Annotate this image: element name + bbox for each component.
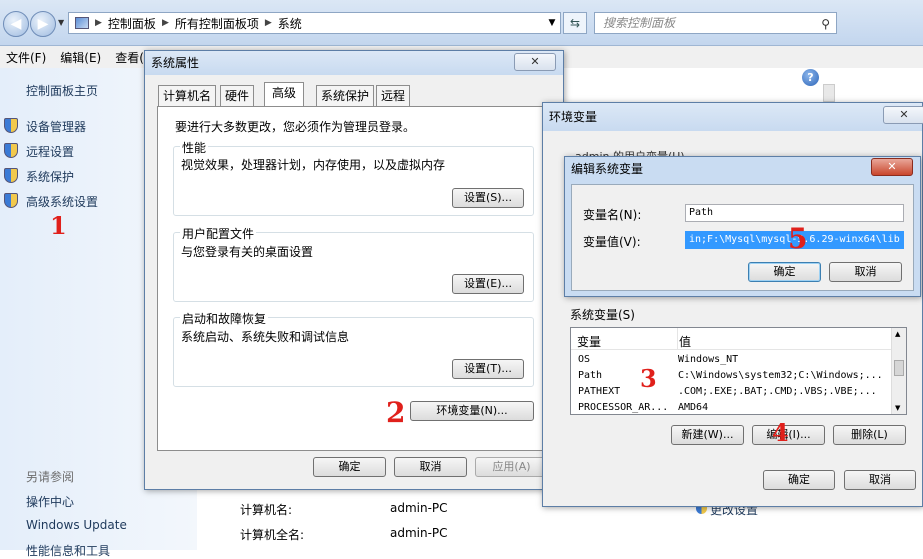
delete-variable-button[interactable]: 删除(L) [833, 425, 906, 445]
group-title: 用户配置文件 [180, 225, 257, 242]
computer-name-label: 计算机名: [240, 503, 293, 517]
computer-fullname-label: 计算机全名: [240, 528, 305, 542]
tab-computer-name[interactable]: 计算机名 [158, 85, 217, 106]
annotation-step-2: 2 [386, 396, 406, 429]
startup-recovery-description: 系统启动、系统失败和调试信息 [181, 330, 350, 344]
annotation-step-5: 5 [788, 222, 808, 255]
dialog-title: 编辑系统变量 [571, 162, 644, 176]
shield-icon [4, 168, 18, 183]
admin-note: 要进行大多数更改，您必须作为管理员登录。 [175, 120, 416, 134]
group-title: 性能 [180, 139, 209, 156]
search-input[interactable]: 搜索控制面板 ⚲ [594, 12, 837, 34]
column-header-variable[interactable]: 变量 [577, 333, 601, 350]
ok-button[interactable]: 确定 [313, 457, 386, 477]
new-variable-button[interactable]: 新建(W)... [671, 425, 744, 445]
variable-value-cell: Windows_NT [678, 354, 739, 365]
menu-view[interactable]: 查看( [115, 49, 144, 66]
close-button[interactable]: ✕ [883, 106, 923, 124]
action-center-link[interactable]: 操作中心 [26, 493, 74, 510]
remote-settings-link[interactable]: 远程设置 [26, 143, 74, 160]
menu-file[interactable]: 文件(F) [6, 49, 46, 66]
table-row[interactable]: OS Windows_NT [571, 354, 893, 369]
table-row[interactable]: PATHEXT .COM;.EXE;.BAT;.CMD;.VBS;.VBE;..… [571, 386, 893, 401]
scroll-up-icon[interactable]: ▲ [895, 330, 900, 338]
search-icon[interactable]: ⚲ [821, 14, 830, 34]
dialog-title: 环境变量 [543, 103, 922, 131]
refresh-icon[interactable]: ⇆ [563, 12, 587, 34]
search-placeholder: 搜索控制面板 [603, 16, 676, 30]
see-also-heading: 另请参阅 [26, 470, 75, 484]
breadcrumb-item[interactable]: 控制面板 [108, 15, 156, 32]
scrollbar[interactable] [823, 84, 835, 102]
annotation-step-4: 4 [772, 418, 789, 447]
shield-icon [4, 143, 18, 158]
scroll-down-icon[interactable]: ▼ [895, 404, 900, 412]
table-row[interactable]: Path C:\Windows\system32;C:\Windows;... [571, 370, 893, 385]
table-row[interactable]: PROCESSOR_AR... AMD64 [571, 402, 893, 414]
variable-value-cell: .COM;.EXE;.BAT;.CMD;.VBS;.VBE;... [678, 386, 877, 397]
startup-recovery-settings-button[interactable]: 设置(T)... [452, 359, 524, 379]
variable-name-cell: OS [578, 354, 591, 365]
variable-name-cell: PATHEXT [578, 386, 621, 397]
variable-name-label: 变量名(N): [583, 208, 642, 222]
breadcrumb-separator-icon: ▶ [95, 18, 102, 28]
cancel-button[interactable]: 取消 [394, 457, 467, 477]
shield-icon [4, 193, 18, 208]
system-variables-label: 系统变量(S) [570, 308, 635, 322]
tab-hardware[interactable]: 硬件 [220, 85, 255, 106]
dialog-title: 系统属性 [145, 51, 563, 75]
computer-name-value: admin-PC [390, 501, 448, 515]
help-icon[interactable]: ? [802, 69, 819, 86]
performance-description: 视觉效果，处理器计划，内存使用，以及虚拟内存 [181, 158, 446, 172]
recent-pages-chevron-icon[interactable]: ▼ [58, 18, 64, 27]
tab-remote[interactable]: 远程 [376, 85, 411, 106]
computer-fullname-value: admin-PC [390, 526, 448, 540]
breadcrumb-separator-icon: ▶ [161, 18, 169, 28]
variable-name-field[interactable]: Path [685, 204, 904, 222]
group-title: 启动和故障恢复 [180, 310, 269, 327]
user-profiles-description: 与您登录有关的桌面设置 [181, 245, 314, 259]
control-panel-icon [75, 17, 89, 29]
annotation-step-3: 3 [640, 364, 657, 393]
system-variables-list[interactable]: 变量 值 OS Windows_NT Path C:\Windows\syste… [570, 327, 907, 415]
tab-system-protection[interactable]: 系统保护 [316, 85, 375, 106]
list-scrollbar[interactable]: ▲ ▼ [891, 328, 906, 414]
list-header: 变量 值 [571, 328, 893, 350]
system-protection-link[interactable]: 系统保护 [26, 168, 74, 185]
forward-button[interactable]: ▶ [30, 11, 56, 37]
performance-settings-button[interactable]: 设置(S)... [452, 188, 524, 208]
close-button[interactable]: ✕ [871, 158, 913, 176]
variable-value-label: 变量值(V): [583, 235, 641, 249]
cancel-button[interactable]: 取消 [844, 470, 916, 490]
address-bar[interactable]: ▶ 控制面板 ▶ 所有控制面板项 ▶ 系统 ▼ [68, 12, 561, 34]
apply-button[interactable]: 应用(A) [475, 457, 548, 477]
back-button[interactable]: ◀ [3, 11, 29, 37]
close-button[interactable]: ✕ [514, 53, 556, 71]
windows-update-link[interactable]: Windows Update [26, 518, 127, 532]
device-manager-link[interactable]: 设备管理器 [26, 118, 86, 135]
user-profiles-settings-button[interactable]: 设置(E)... [452, 274, 524, 294]
variable-value-cell: C:\Windows\system32;C:\Windows;... [678, 370, 883, 381]
environment-variables-button[interactable]: 环境变量(N)... [410, 401, 534, 421]
advanced-system-settings-link[interactable]: 高级系统设置 [26, 193, 98, 210]
column-header-value[interactable]: 值 [679, 333, 691, 350]
performance-tools-link[interactable]: 性能信息和工具 [26, 542, 110, 559]
breadcrumb-item[interactable]: 所有控制面板项 [175, 15, 259, 32]
breadcrumb-separator-icon: ▶ [264, 18, 272, 28]
ok-button[interactable]: 确定 [763, 470, 835, 490]
cancel-button[interactable]: 取消 [829, 262, 902, 282]
shield-icon [4, 118, 18, 133]
tab-advanced[interactable]: 高级 [264, 82, 305, 107]
annotation-step-1: 1 [50, 211, 67, 240]
breadcrumb-item[interactable]: 系统 [278, 15, 302, 32]
menu-edit[interactable]: 编辑(E) [60, 49, 101, 66]
ok-button[interactable]: 确定 [748, 262, 821, 282]
variable-name-cell: Path [578, 370, 603, 381]
control-panel-home-link[interactable]: 控制面板主页 [26, 82, 98, 99]
variable-name-cell: PROCESSOR_AR... [578, 402, 669, 413]
variable-value-cell: AMD64 [678, 402, 709, 413]
address-dropdown-icon[interactable]: ▼ [544, 18, 560, 28]
